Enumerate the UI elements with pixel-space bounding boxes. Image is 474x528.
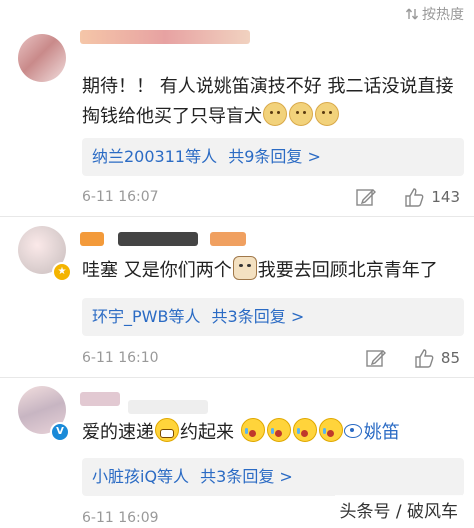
crying-face-icon (318, 418, 343, 442)
reply-users: 环宇_PWB等人 (92, 307, 201, 326)
sort-label: 按热度 (422, 7, 464, 23)
comment-text: 爱的速递 约起来 姚笛 (82, 418, 460, 448)
comment-text: 哇塞 又是你们两个 我要去回顾北京青年了 (82, 256, 460, 286)
like-count: 85 (440, 349, 460, 367)
timestamp: 6-11 16:07 (82, 189, 159, 205)
watermark: 头条号 / 破风车 (335, 495, 462, 524)
watermark-text: 头条号 / 破风车 (339, 502, 458, 522)
reply-count: 共3条回复 > (211, 307, 305, 326)
crying-face-icon (292, 418, 317, 442)
edit-reply-icon[interactable] (355, 186, 377, 208)
comment-body: 爱的速递 (82, 422, 154, 443)
like-button[interactable]: 85 (413, 347, 460, 369)
username-blurred[interactable] (80, 30, 250, 44)
comment-body-rest: 我要去回顾北京青年了 (257, 260, 438, 281)
reply-count: 共9条回复 > (228, 147, 321, 166)
crying-face-icon (240, 418, 265, 442)
mention-icon (343, 424, 362, 438)
username-blurred[interactable] (80, 392, 120, 406)
replies-link[interactable]: 小脏孩iQ等人 共3条回复 > (82, 458, 464, 496)
replies-link[interactable]: 纳兰200311等人 共9条回复 > (82, 138, 464, 176)
username-blurred[interactable] (128, 400, 208, 414)
timestamp: 6-11 16:09 (82, 510, 159, 526)
verified-badge: ★ (52, 262, 72, 282)
thumbs-up-icon (405, 188, 424, 207)
reply-count: 共3条回复 > (200, 467, 293, 486)
username-blurred[interactable] (118, 232, 198, 246)
crying-face-icon (266, 418, 291, 442)
comment-text: 期待！！ 有人说姚笛演技不好 我二话没说直接掏钱给他买了只导盲犬 (82, 72, 460, 132)
comment-body-rest: 约起来 (180, 422, 234, 443)
thumbs-up-icon (415, 349, 434, 368)
dog-face-icon (263, 102, 287, 126)
sort-by-hot-button[interactable]: 按热度 (405, 4, 464, 24)
sort-icon (405, 8, 419, 20)
mention-name: 姚笛 (363, 422, 400, 443)
username-blurred[interactable] (80, 232, 104, 246)
like-count: 143 (431, 188, 460, 206)
like-button[interactable]: 143 (403, 186, 460, 208)
comment-body: 哇塞 又是你们两个 (82, 260, 232, 281)
avatar[interactable] (18, 34, 66, 82)
edit-reply-icon[interactable] (365, 347, 387, 369)
cat-face-icon (232, 256, 257, 280)
dog-face-icon (315, 102, 339, 126)
divider (0, 216, 474, 217)
reply-users: 小脏孩iQ等人 (92, 467, 190, 486)
username-blurred[interactable] (210, 232, 246, 246)
replies-link[interactable]: 环宇_PWB等人 共3条回复 > (82, 298, 464, 336)
mention-link[interactable]: 姚笛 (343, 422, 400, 443)
divider (0, 377, 474, 378)
timestamp: 6-11 16:10 (82, 350, 159, 366)
verified-badge: V (50, 422, 70, 442)
grinning-face-icon (155, 418, 179, 442)
dog-face-icon (289, 102, 313, 126)
reply-users: 纳兰200311等人 (92, 147, 218, 166)
